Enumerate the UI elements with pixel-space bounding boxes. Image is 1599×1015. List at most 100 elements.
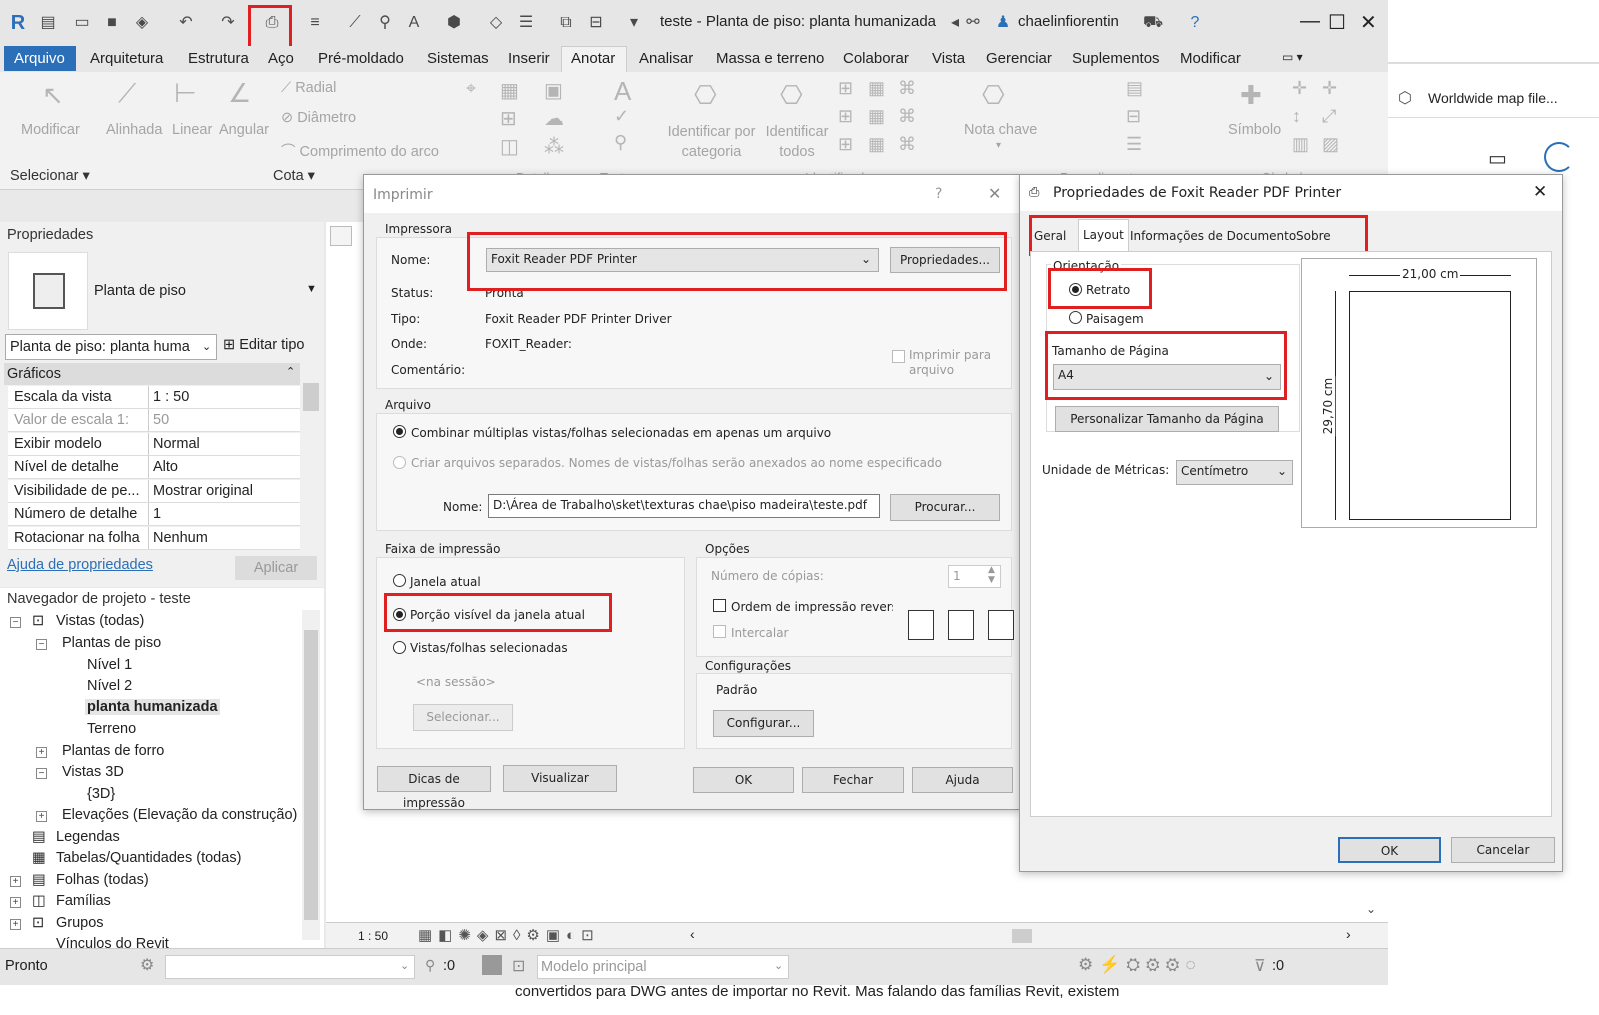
span-direction-icon[interactable]: ✛	[1292, 78, 1307, 99]
tree-nivel-2[interactable]: Nível 2	[87, 678, 132, 694]
tab-sobre[interactable]: Sobre	[1292, 221, 1335, 251]
tree-planta-humanizada[interactable]: planta humanizada	[85, 699, 220, 715]
view-tab-icon[interactable]	[330, 226, 352, 246]
worldwide-map-item[interactable]: Worldwide map file...	[1428, 90, 1558, 106]
info-left-icon[interactable]: ◂	[945, 12, 965, 34]
scroll-thumb[interactable]	[304, 630, 318, 920]
angular-dimension-icon[interactable]: ∠	[228, 78, 251, 109]
color-fill-legend-icon[interactable]: ▤	[1126, 78, 1143, 99]
close-hidden-icon[interactable]: ⧉	[556, 12, 576, 34]
close-icon[interactable]: ✕	[1533, 182, 1547, 202]
close-icon[interactable]: ✕	[988, 184, 1001, 203]
scroll-right-icon[interactable]: ›	[1346, 926, 1351, 942]
customize-qat-icon[interactable]: ▾	[624, 12, 644, 34]
menu-modificar[interactable]: Modificar	[1180, 50, 1241, 67]
menu-sistemas[interactable]: Sistemas	[427, 50, 489, 67]
preview-button[interactable]: Visualizar	[503, 765, 617, 792]
selected-views-radio[interactable]	[393, 641, 406, 654]
tree-legends[interactable]: Legendas	[56, 829, 120, 845]
angular-label[interactable]: Angular	[219, 122, 269, 138]
sync-icon[interactable]: ◈	[132, 12, 152, 34]
current-window-radio[interactable]	[393, 574, 406, 587]
menu-colaborar[interactable]: Colaborar	[843, 50, 909, 67]
prop-value[interactable]: 1	[148, 503, 161, 525]
ribbon-toggle-icon[interactable]: ▭ ▾	[1282, 50, 1303, 64]
prop-row[interactable]: Nível de detalhe Alto	[8, 456, 300, 479]
expand-icon[interactable]: +	[36, 747, 47, 758]
pipe-legend-icon[interactable]: ☰	[1126, 134, 1142, 155]
save-icon[interactable]: ■	[102, 12, 122, 34]
revit-logo-icon[interactable]: R	[8, 12, 28, 34]
keynote-dropdown-icon[interactable]: ▾	[996, 140, 1001, 151]
tree-groups[interactable]: Grupos	[56, 915, 104, 931]
menu-arquitetura[interactable]: Arquitetura	[90, 50, 163, 67]
tab-anotar[interactable]: Anotar	[561, 46, 627, 73]
prop-value[interactable]: Nenhum	[148, 527, 208, 549]
simbolo-label[interactable]: Símbolo	[1228, 122, 1281, 138]
editable-icon[interactable]: ⚲	[425, 957, 435, 974]
selection-options-icons[interactable]: ⚙⚡⛭⚙⚙◌	[1078, 955, 1202, 975]
expand-icon[interactable]: +	[10, 897, 21, 908]
foxit-ok-button[interactable]: OK	[1338, 837, 1441, 863]
tag-icon[interactable]: ⚲	[375, 12, 395, 34]
find-replace-icon[interactable]: ⚲	[614, 132, 627, 153]
tab-informacoes[interactable]: Informações de Documento	[1126, 221, 1300, 251]
alinhada-label[interactable]: Alinhada	[106, 122, 162, 138]
duct-legend-icon[interactable]: ⊟	[1126, 106, 1141, 127]
aligned-dimension-icon[interactable]: ⟋	[118, 78, 136, 110]
linear-label[interactable]: Linear	[172, 122, 212, 138]
3d-view-icon[interactable]: ⬢	[444, 12, 464, 34]
tab-layout[interactable]: Layout	[1078, 219, 1129, 251]
collapse-icon[interactable]: −	[36, 639, 47, 650]
linear-dimension-icon[interactable]: ⊢	[174, 78, 197, 109]
area-tag-icon[interactable]: ⊞	[838, 106, 853, 127]
maximize-icon[interactable]: ☐	[1328, 10, 1346, 35]
menu-aco[interactable]: Aço	[268, 50, 294, 67]
cart-icon[interactable]: ⛟	[1143, 12, 1163, 34]
thin-lines-icon[interactable]: ☰	[516, 12, 536, 34]
area-reinforce-icon[interactable]: ⤢	[1322, 106, 1336, 127]
add-button-icon[interactable]	[1544, 142, 1574, 172]
view-control-icons[interactable]: ▦◧✺◈⊠◊⚙▣◐⊡	[418, 926, 600, 944]
help-icon[interactable]: ?	[1185, 12, 1205, 34]
multi-category-icon[interactable]: ▦	[868, 78, 885, 99]
id-todos-label[interactable]: Identificar todos	[762, 122, 832, 162]
collapse-icon[interactable]: −	[10, 617, 21, 628]
filter-icon[interactable]: ⊽	[1254, 956, 1266, 976]
region-icon[interactable]: ▣	[544, 78, 563, 103]
prop-row[interactable]: Visibilidade de pe... Mostrar original	[8, 480, 300, 503]
menu-vista[interactable]: Vista	[932, 50, 965, 67]
menu-inserir[interactable]: Inserir	[508, 50, 550, 67]
portrait-radio[interactable]	[1069, 283, 1082, 296]
print-icon[interactable]: ⎙	[262, 12, 282, 34]
design-options-icon[interactable]	[482, 955, 502, 975]
keynote-icon[interactable]: ⎔	[982, 80, 1005, 111]
scroll-thumb[interactable]	[303, 383, 319, 411]
material-tag-icon[interactable]: ⌘	[898, 78, 916, 99]
collate-checkbox[interactable]	[713, 625, 726, 638]
menu-analisar[interactable]: Analisar	[639, 50, 693, 67]
beam-annotation-icon[interactable]: ⊞	[838, 78, 853, 99]
component-icon[interactable]: ⊞	[500, 106, 517, 131]
tag-by-category-icon[interactable]: ⎔	[694, 80, 717, 111]
tree-nivel-1[interactable]: Nível 1	[87, 657, 132, 673]
menu-pre-moldado[interactable]: Pré-moldado	[318, 50, 404, 67]
stair-tag-icon[interactable]: ⌘	[898, 134, 916, 155]
modify-cursor-icon[interactable]: ↖	[42, 80, 64, 111]
detail-group-icon[interactable]: ◫	[500, 134, 519, 159]
diameter-button[interactable]: ⊘ Diâmetro	[281, 110, 356, 126]
h-scroll-thumb[interactable]	[1012, 929, 1032, 943]
collapse-icon[interactable]: −	[36, 768, 47, 779]
prop-row[interactable]: Número de detalhe 1	[8, 503, 300, 526]
menu-suplementos[interactable]: Suplementos	[1072, 50, 1160, 67]
fabric-reinforce-icon[interactable]: ▨	[1322, 134, 1339, 155]
space-tag-icon[interactable]: ⌘	[898, 106, 916, 127]
tree-schedules[interactable]: Tabelas/Quantidades (todas)	[56, 850, 241, 866]
properties-scrollbar[interactable]	[302, 363, 320, 549]
beam-symbol-icon[interactable]: ✛	[1322, 78, 1337, 99]
type-dropdown-icon[interactable]: ▼	[306, 283, 317, 295]
menu-gerenciar[interactable]: Gerenciar	[986, 50, 1052, 67]
spelling-icon[interactable]: ✓	[614, 106, 629, 127]
expand-icon[interactable]: +	[36, 811, 47, 822]
nota-chave-label[interactable]: Nota chave	[964, 122, 1037, 138]
